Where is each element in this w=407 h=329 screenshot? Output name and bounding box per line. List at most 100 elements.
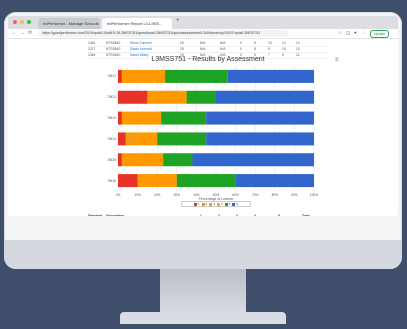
star-icon[interactable]: ☆ — [338, 30, 342, 36]
update-button[interactable]: Update — [370, 30, 390, 38]
table-cell: N/A — [200, 47, 206, 51]
bar-segment[interactable] — [216, 90, 314, 104]
y-tick-label: 78421 — [107, 74, 116, 79]
legend-swatch — [193, 202, 197, 206]
bar-segment[interactable] — [125, 132, 138, 146]
minimize-window-button[interactable] — [20, 20, 24, 24]
bar-segment[interactable] — [206, 111, 314, 125]
column-header[interactable]: 3 — [236, 214, 238, 216]
legend-item[interactable]: 6 — [232, 202, 238, 206]
legend-item[interactable]: 1 — [193, 202, 200, 206]
table-cell: NTSS640 — [106, 47, 121, 51]
address-bar-row: ← → ⟳ https://goedperformer.com/2019/qui… — [8, 29, 398, 39]
forward-icon[interactable]: → — [20, 30, 25, 36]
bar-segment[interactable] — [206, 132, 314, 146]
bar-segment[interactable] — [121, 153, 164, 167]
table-cell: 2217 — [88, 47, 96, 51]
table-cell: 10 — [282, 47, 286, 51]
column-header[interactable]: 4 — [254, 214, 256, 216]
legend-label: 5 — [228, 202, 231, 206]
profile-icon[interactable]: ● — [354, 30, 357, 35]
reload-icon[interactable]: ⟳ — [28, 30, 32, 36]
menu-dots-icon[interactable]: ⋮ — [362, 30, 367, 36]
bar-segment[interactable] — [137, 132, 158, 146]
table-cell: 10 — [296, 41, 300, 45]
chart-title: L3MSS751 - Results by Assessment — [151, 56, 265, 63]
table-cell: 13 — [268, 41, 272, 45]
maximize-window-button[interactable] — [27, 20, 31, 24]
bar-segment[interactable] — [165, 69, 228, 83]
chart-legend: 1 2 3 4 5 6 — [181, 201, 251, 207]
y-tick-label: 78422 — [107, 95, 116, 100]
bar-segment[interactable] — [137, 174, 177, 188]
monitor-chin — [4, 240, 402, 269]
chart-plot — [117, 66, 315, 191]
legend-swatch — [232, 202, 236, 206]
table-cell: 10 — [296, 47, 300, 51]
report-page: 1464 NTSS640 Steve Cumnell 15 N/A N/A 0 5 13 13 10… — [8, 39, 398, 216]
y-tick-label: 78425 — [107, 157, 116, 162]
column-header[interactable]: Standard — [88, 214, 102, 216]
table-cell: 15 — [180, 47, 184, 51]
extension-icon[interactable]: ◫ — [346, 30, 350, 36]
y-tick-label: 78424 — [107, 136, 116, 141]
legend-item[interactable]: 3 — [209, 202, 215, 206]
bar-segment[interactable] — [163, 153, 193, 167]
legend-swatch — [224, 202, 228, 206]
column-header[interactable]: 5 — [278, 214, 280, 216]
table-cell: 15 — [180, 41, 184, 45]
bar-segment[interactable] — [147, 90, 187, 104]
table-header-row: Standard Description 1 2 3 4 5 Total — [88, 213, 338, 216]
window-controls — [13, 20, 31, 24]
y-tick-label: 78426 — [107, 178, 116, 183]
learner-name-link[interactable]: Sarah Leonard — [130, 47, 152, 51]
table-cell: 5 — [254, 41, 256, 45]
table-cell: 0 — [240, 41, 242, 45]
bar-segment[interactable] — [235, 174, 314, 188]
legend-label: 3 — [213, 202, 215, 206]
back-icon[interactable]: ← — [12, 30, 17, 36]
table-cell: 13 — [282, 41, 286, 45]
legend-item[interactable]: 2 — [201, 202, 207, 206]
browser-tab-bar: edPerformer - Manage Schools edPerformer… — [8, 16, 398, 29]
new-tab-button[interactable]: + — [176, 18, 180, 24]
y-tick-label: 78423 — [107, 116, 116, 121]
bar-segment[interactable] — [227, 69, 314, 83]
legend-swatch — [209, 202, 213, 206]
bar-segment[interactable] — [121, 111, 162, 125]
bar-segment[interactable] — [118, 90, 148, 104]
table-cell: 0 — [240, 47, 242, 51]
bar-segment[interactable] — [161, 111, 207, 125]
column-header[interactable]: Total — [302, 214, 310, 216]
standards-table: StandardDescription12345Total78421Mathem… — [88, 213, 338, 216]
legend-item[interactable]: 5 — [224, 202, 231, 206]
hamburger-icon[interactable]: ≡ — [335, 57, 339, 63]
table-cell: N/A — [200, 41, 206, 45]
column-header[interactable]: 1 — [200, 214, 202, 216]
legend-item[interactable]: 4 — [217, 202, 223, 206]
url-input[interactable]: https://goedperformer.com/2019/quiz/L3/e… — [38, 30, 288, 37]
bar-segment[interactable] — [118, 132, 126, 146]
bar-segment[interactable] — [118, 153, 122, 167]
bar-segment[interactable] — [176, 174, 236, 188]
learner-name-link[interactable]: Steve Cumnell — [130, 41, 151, 45]
browser-tab-manage-schools[interactable]: edPerformer - Manage Schools — [38, 18, 100, 29]
browser-tab-report[interactable]: edPerformer Report L3-L9SS... — [102, 18, 172, 29]
table-cell: 1464 — [88, 41, 96, 45]
bar-segment[interactable] — [157, 132, 207, 146]
legend-label: 1 — [197, 202, 200, 206]
table-cell: N/A — [220, 41, 226, 45]
table-cell: 9 — [268, 47, 270, 51]
bar-segment[interactable] — [192, 153, 314, 167]
screen: edPerformer - Manage Schools edPerformer… — [8, 16, 398, 216]
bar-segment[interactable] — [118, 69, 122, 83]
bar-segment[interactable] — [186, 90, 216, 104]
bar-segment[interactable] — [118, 174, 138, 188]
close-window-button[interactable] — [13, 20, 17, 24]
bar-segment[interactable] — [121, 69, 166, 83]
bar-segment[interactable] — [118, 111, 122, 125]
legend-label: 4 — [221, 202, 223, 206]
column-header[interactable]: 2 — [218, 214, 220, 216]
column-header[interactable]: Description — [106, 214, 124, 216]
table-cell: N/A — [220, 47, 226, 51]
